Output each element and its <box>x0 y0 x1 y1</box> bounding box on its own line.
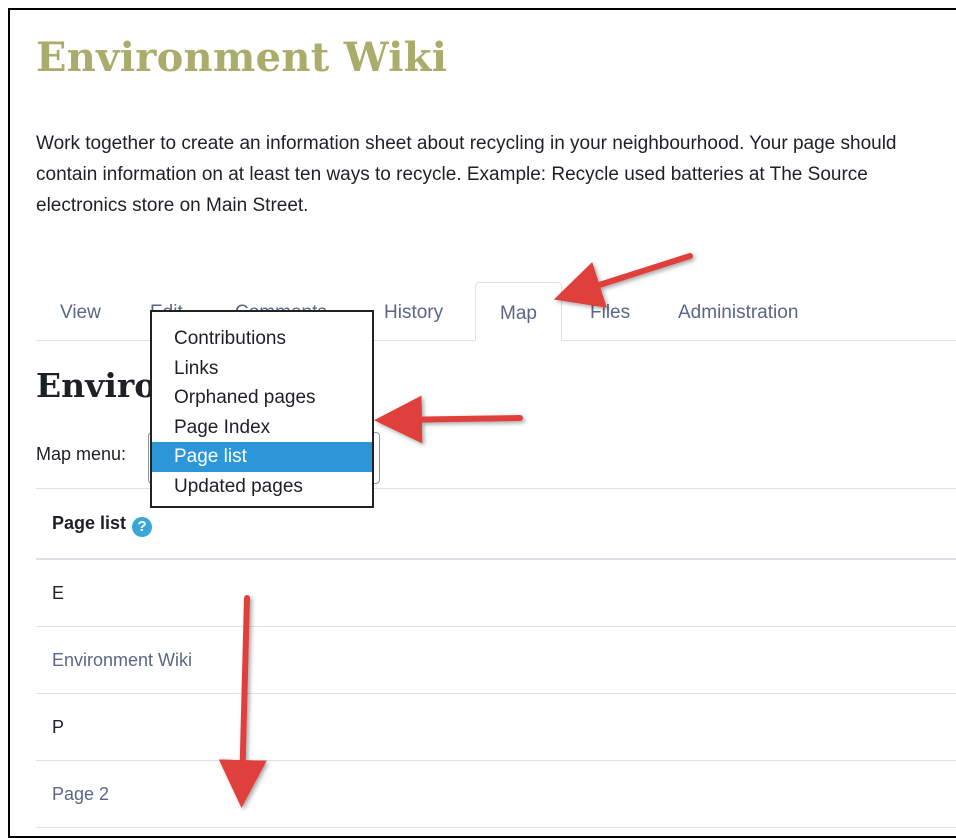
option-updated-pages[interactable]: Updated pages <box>152 472 372 502</box>
option-contributions[interactable]: Contributions <box>152 324 372 354</box>
row-letter-e: E <box>52 582 65 603</box>
tab-administration[interactable]: Administration <box>654 282 822 340</box>
table-header-label: Page list <box>52 513 127 533</box>
wiki-title: Environment Wiki <box>36 34 448 81</box>
row-letter-p: P <box>52 716 65 737</box>
tab-view[interactable]: View <box>36 282 125 340</box>
option-links[interactable]: Links <box>152 354 372 384</box>
tab-history[interactable]: History <box>360 282 467 340</box>
table-row: E <box>36 560 956 627</box>
tab-map[interactable]: Map <box>475 282 562 341</box>
map-menu-label: Map menu: <box>36 444 127 464</box>
table-row[interactable]: Environment Wiki <box>36 627 956 694</box>
help-icon[interactable]: ? <box>132 516 153 537</box>
tab-files[interactable]: Files <box>566 282 654 340</box>
table-row[interactable]: Page 2 <box>36 761 956 828</box>
table-row: P <box>36 694 956 761</box>
link-environment-wiki[interactable]: Environment Wiki <box>52 650 192 671</box>
page-list-table: Page list ? E Environment Wiki P Page 2 <box>36 488 956 828</box>
wiki-description: Work together to create an information s… <box>36 133 897 216</box>
map-menu-dropdown[interactable]: Contributions Links Orphaned pages Page … <box>150 310 374 508</box>
option-orphaned-pages[interactable]: Orphaned pages <box>152 383 372 413</box>
option-page-index[interactable]: Page Index <box>152 413 372 443</box>
option-page-list[interactable]: Page list <box>152 442 372 472</box>
link-page-2[interactable]: Page 2 <box>52 784 109 805</box>
